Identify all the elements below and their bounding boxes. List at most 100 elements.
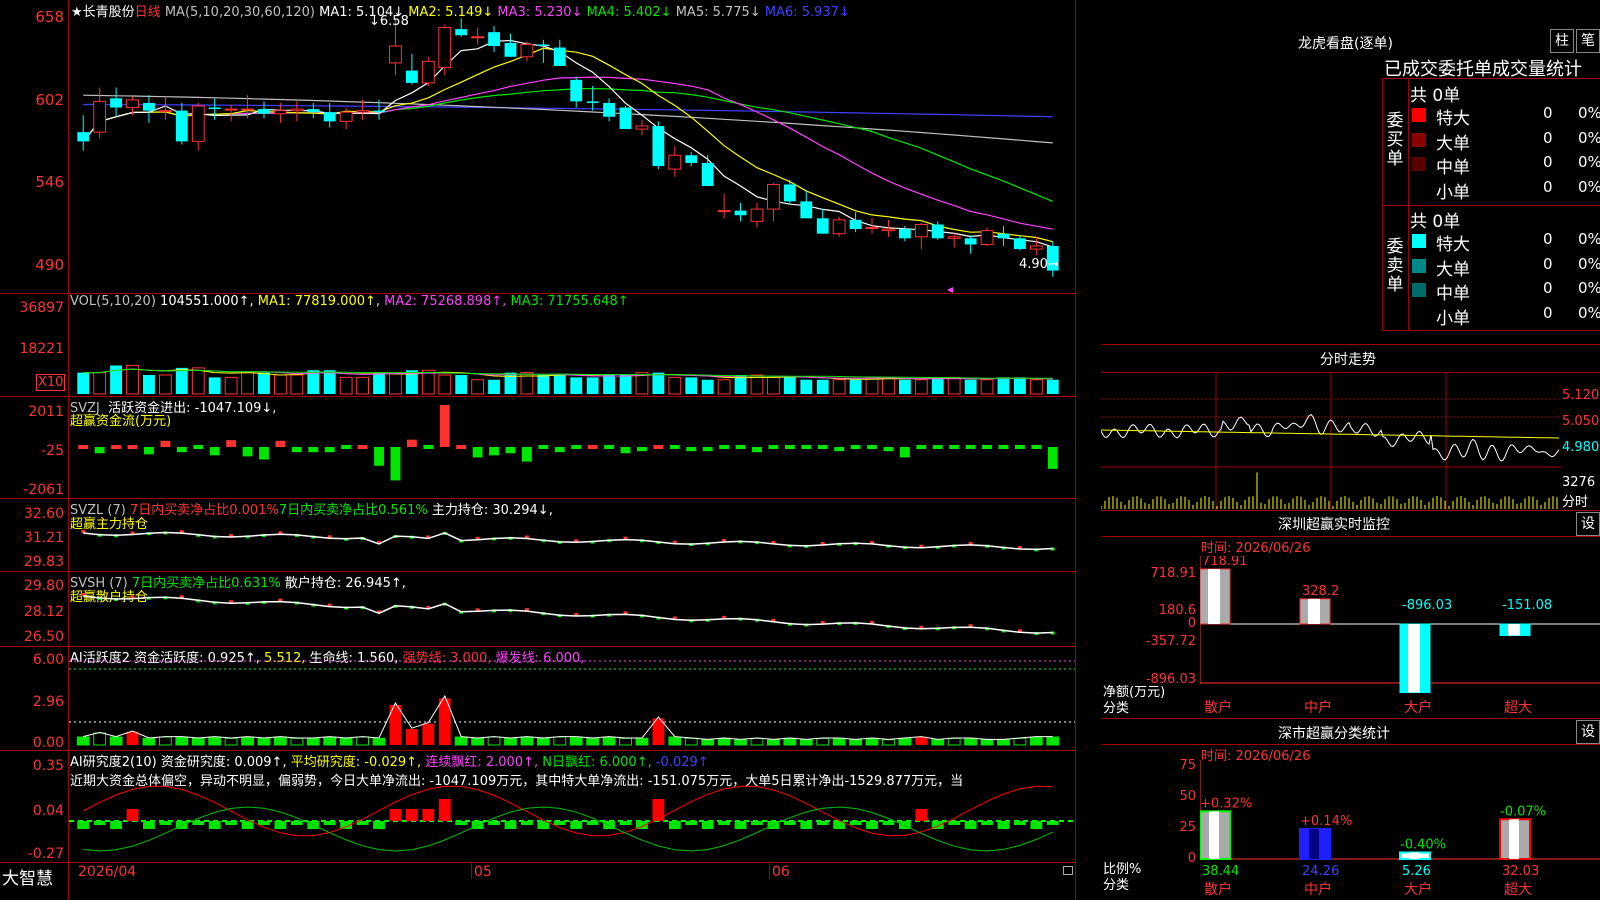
main-y-tick: 490 (35, 256, 64, 274)
research-bar (751, 821, 763, 825)
order-color-swatch (1412, 283, 1426, 297)
ai-research-chart[interactable] (69, 751, 1075, 862)
monitor-bar-highlight (1408, 624, 1420, 693)
candle-body-down (488, 32, 500, 46)
flow-bar (505, 447, 516, 454)
bar-mode-button[interactable]: 柱 (1550, 29, 1574, 53)
svzl-chart[interactable] (69, 499, 1075, 571)
intraday-y-tick: 4.980 (1562, 440, 1600, 455)
x-axis-tick (769, 863, 770, 879)
class-category-label: 中户 (1304, 881, 1332, 898)
research-bar (619, 821, 632, 825)
candle-body-up (438, 27, 452, 69)
class-bar-highlight (1509, 819, 1519, 859)
candle-body-down (455, 29, 468, 36)
x-axis-label-apr: 2026/04 (78, 864, 137, 880)
order-percent: 0% (1578, 128, 1600, 147)
candle-body-up (882, 228, 895, 232)
research-bar (1030, 821, 1043, 829)
active-bar (536, 737, 550, 746)
volume-bar-down (373, 372, 385, 394)
flow-bar (406, 439, 417, 447)
sz-monitor-settings-button[interactable]: 设 (1576, 512, 1600, 536)
active-bar (849, 739, 862, 746)
flow-bar (587, 445, 598, 449)
research-bar (964, 821, 977, 829)
candle-body-down (570, 79, 583, 102)
order-type-label: 大单 (1436, 259, 1470, 280)
flow-bar (324, 447, 335, 453)
active-bar (553, 736, 567, 746)
research-bar (159, 821, 172, 825)
candle-body-down (603, 102, 615, 117)
divider (1101, 744, 1600, 745)
monitor-bar-highlight (1508, 624, 1520, 636)
volume-bar-up (1029, 379, 1043, 395)
flow-bar (702, 447, 713, 452)
active-bar (832, 737, 846, 746)
svsh-chart[interactable] (69, 572, 1075, 646)
research-bar (373, 821, 385, 829)
longhu-title: 龙虎看盘(逐单) (1298, 36, 1393, 52)
sz-monitor-chart[interactable]: 718.91 散户 328.2 中户 -896.03 大户 -151.08 超大 (1200, 556, 1600, 716)
volume-bar-down (849, 379, 862, 394)
candle-body-up (750, 208, 764, 222)
research-bar (701, 821, 714, 829)
order-type-label: 中单 (1436, 158, 1470, 178)
order-percent: 0% (1578, 303, 1600, 322)
ai-active-chart[interactable] (69, 647, 1075, 750)
research-bar (816, 821, 829, 825)
candle-body-down (143, 102, 155, 111)
active-bar-hot (405, 729, 418, 745)
monitor-category-label: 散户 (1204, 699, 1232, 716)
volume-bar-down (537, 375, 550, 394)
intraday-y-tick: 5.120 (1562, 388, 1600, 403)
active-bar (356, 736, 369, 746)
active-bar (93, 732, 107, 746)
sz-class-settings-button[interactable]: 设 (1576, 720, 1600, 744)
volume-bar-up (290, 374, 304, 395)
research-bar (438, 799, 451, 821)
order-count: 0 (1543, 279, 1553, 297)
active-bar (947, 737, 961, 746)
research-bar (323, 821, 336, 825)
flow-bar (554, 447, 565, 453)
sz-class-chart[interactable]: +0.32% 38.44 散户 +0.14% 24.26 中户 -0.40% 5.26 大户 -0… (1200, 760, 1600, 900)
class-category-label: 超大 (1504, 882, 1532, 898)
monitor-category-label: 中户 (1304, 699, 1332, 716)
order-type-label: 特大 (1436, 109, 1470, 129)
active-bar (191, 737, 205, 746)
candle-body-down (652, 126, 665, 166)
candle-body-down (405, 70, 418, 83)
candle-body-down (537, 44, 550, 46)
active-bar (158, 736, 172, 746)
buy-total: 共 0单 (1410, 86, 1461, 106)
volume-bar-down (175, 367, 188, 394)
flow-bar (308, 447, 319, 453)
candlestick-chart[interactable]: ↓6.58 4.90→ (69, 0, 1075, 293)
class-category-label: 散户 (1204, 881, 1232, 898)
intraday-chart[interactable] (1101, 373, 1561, 510)
flow-bar (784, 445, 795, 449)
svzj-chart[interactable] (69, 397, 1075, 498)
lock-icon[interactable] (1063, 866, 1073, 875)
flow-bar (571, 445, 582, 449)
candle-body-up (158, 110, 172, 113)
x-axis-label-jun: 06 (772, 864, 790, 880)
flow-bar (1047, 447, 1058, 469)
volume-chart[interactable] (69, 294, 1075, 396)
candle-body-up (947, 236, 961, 239)
vol-unit-badge: X10 (36, 374, 66, 391)
volume-bar-down (208, 377, 221, 394)
active-bar (569, 736, 583, 746)
divider (1382, 78, 1600, 79)
active-bar (142, 737, 156, 746)
flow-bar (242, 447, 253, 457)
vol-y-tick: 18221 (19, 341, 64, 357)
candle-body-down (77, 132, 90, 142)
volume-bar-up (980, 379, 994, 395)
class-change-label: +0.32% (1200, 796, 1252, 811)
active-bar (471, 737, 485, 746)
sell-orders-label: 委卖单 (1386, 237, 1404, 295)
tick-mode-button[interactable]: 笔 (1576, 29, 1600, 53)
